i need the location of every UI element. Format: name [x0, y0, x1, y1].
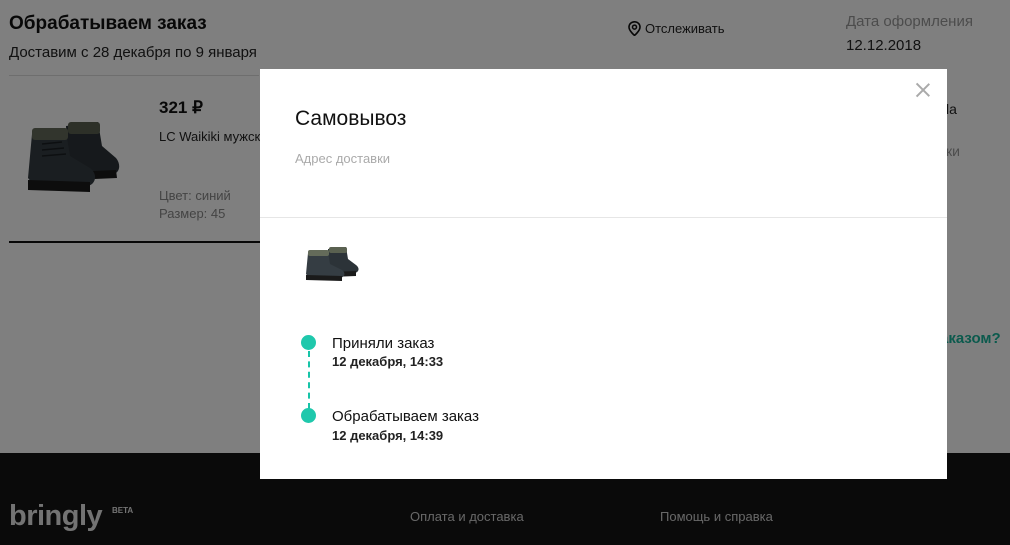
modal-title: Самовывоз: [295, 107, 407, 130]
close-icon[interactable]: [913, 80, 933, 100]
timeline-dot: [301, 335, 316, 350]
pickup-modal: Самовывоз Адрес доставки Приняли заказ 1…: [260, 69, 947, 479]
delivery-address-label: Адрес доставки: [295, 151, 391, 166]
step-time-processing: 12 декабря, 14:39: [332, 428, 444, 443]
timeline-connector: [308, 351, 310, 409]
divider: [260, 217, 947, 218]
step-time-accepted: 12 декабря, 14:33: [332, 354, 444, 369]
timeline-dot: [301, 408, 316, 423]
step-title-processing: Обрабатываем заказ: [332, 408, 479, 425]
product-thumbnail-boots: [306, 247, 359, 281]
step-title-accepted: Приняли заказ: [332, 335, 435, 352]
